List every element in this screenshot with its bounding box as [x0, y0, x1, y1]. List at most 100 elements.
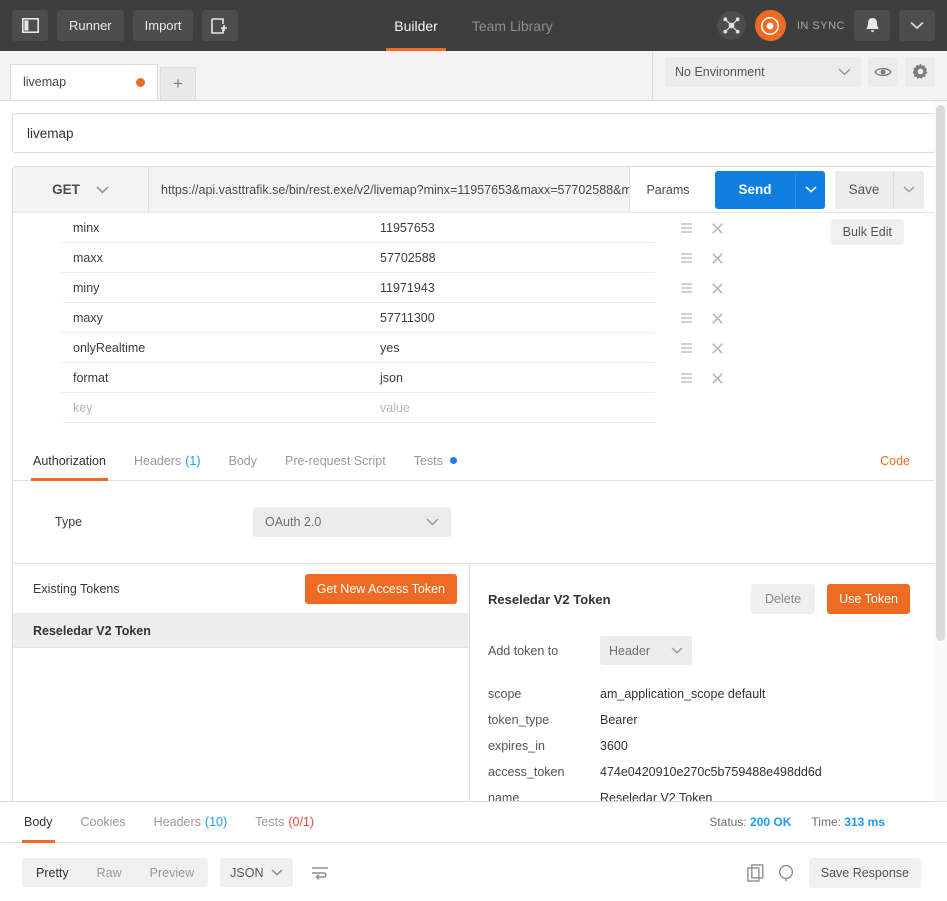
environment-quick-look-button[interactable]: [868, 56, 898, 87]
list-item[interactable]: Reseledar V2 Token: [13, 614, 469, 648]
view-mode-pretty[interactable]: Pretty: [22, 858, 83, 887]
wrap-lines-button[interactable]: [305, 858, 334, 887]
tab-tests[interactable]: Tests: [414, 441, 457, 481]
tab-authorization-label: Authorization: [33, 453, 106, 468]
use-token-button[interactable]: Use Token: [827, 584, 910, 614]
token-field-value: 3600: [600, 739, 628, 753]
nav-team-library[interactable]: Team Library: [472, 0, 553, 51]
search-response-button[interactable]: [778, 864, 795, 882]
param-key-input[interactable]: maxy: [61, 303, 368, 333]
url-input[interactable]: https://api.vasttrafik.se/bin/rest.exe/v…: [149, 167, 629, 212]
drag-handle-icon[interactable]: [681, 283, 692, 293]
param-value-input[interactable]: json: [368, 363, 655, 393]
drag-handle-icon[interactable]: [681, 373, 692, 383]
code-link[interactable]: Code: [880, 454, 910, 468]
nav-builder[interactable]: Builder: [386, 0, 446, 51]
environment-controls: No Environment: [652, 51, 947, 101]
view-mode-pretty-label: Pretty: [36, 865, 69, 880]
bulk-edit-button[interactable]: Bulk Edit: [830, 219, 904, 245]
view-mode-preview[interactable]: Preview: [136, 858, 208, 887]
send-options-button[interactable]: [795, 170, 825, 209]
add-token-to-label: Add token to: [488, 643, 559, 658]
http-method-select[interactable]: GET: [13, 167, 149, 212]
bell-icon: [866, 18, 878, 33]
auth-type-select[interactable]: OAuth 2.0: [253, 507, 451, 537]
url-value: https://api.vasttrafik.se/bin/rest.exe/v…: [161, 182, 629, 197]
response-tab-body[interactable]: Body: [22, 802, 54, 843]
user-menu-button[interactable]: [899, 10, 935, 41]
save-button[interactable]: Save: [835, 170, 893, 209]
view-mode-raw[interactable]: Raw: [83, 858, 136, 887]
tab-pre-request-script[interactable]: Pre-request Script: [285, 441, 386, 481]
param-key-input[interactable]: maxx: [61, 243, 368, 273]
delete-token-button[interactable]: Delete: [751, 584, 816, 614]
param-value-input[interactable]: 57711300: [368, 303, 655, 333]
import-button[interactable]: Import: [132, 10, 194, 41]
tab-pre-request-script-label: Pre-request Script: [285, 453, 386, 468]
response-tests-count: (0/1): [288, 815, 315, 829]
get-new-access-token-label: Get New Access Token: [316, 581, 445, 596]
close-icon[interactable]: [712, 252, 723, 264]
token-field-value: 474e0420910e270c5b759488e498dd6d: [600, 765, 822, 779]
save-response-button[interactable]: Save Response: [808, 857, 921, 888]
request-name-field[interactable]: livemap: [12, 113, 935, 153]
copy-response-button[interactable]: [746, 863, 764, 882]
close-icon[interactable]: [712, 282, 723, 294]
new-window-button[interactable]: [202, 10, 239, 41]
param-value-input[interactable]: 11971943: [368, 273, 655, 303]
param-key-input-empty[interactable]: key: [61, 393, 368, 423]
close-icon[interactable]: [712, 342, 723, 354]
param-value-input-empty[interactable]: value: [368, 393, 655, 423]
close-icon[interactable]: [712, 312, 723, 324]
list-item: scope am_application_scope default: [488, 687, 934, 701]
params-toggle-button[interactable]: Params: [629, 167, 706, 212]
main-scrollbar-thumb[interactable]: [936, 105, 945, 641]
response-tab-headers[interactable]: Headers (10): [154, 802, 227, 843]
param-key-input[interactable]: format: [61, 363, 368, 393]
app-top-bar: Runner Import Builder Team Library IN SY…: [0, 0, 947, 51]
save-options-button[interactable]: [893, 170, 924, 209]
sync-status-button[interactable]: [754, 10, 786, 41]
add-token-to-select[interactable]: Header: [600, 636, 692, 665]
notifications-button[interactable]: [854, 10, 890, 41]
param-value-input[interactable]: 57702588: [368, 243, 655, 273]
network-status-button[interactable]: [716, 11, 746, 40]
tab-headers[interactable]: Headers (1): [134, 441, 201, 481]
table-row: maxy 57711300: [13, 303, 934, 333]
request-name-value: livemap: [27, 125, 74, 141]
list-item: access_token 474e0420910e270c5b759488e49…: [488, 765, 934, 779]
param-key-input[interactable]: onlyRealtime: [61, 333, 368, 363]
token-field-key: access_token: [488, 765, 565, 779]
request-tab-livemap[interactable]: livemap: [10, 64, 158, 100]
response-headers-count: (10): [204, 815, 228, 829]
table-row: minx 11957653: [13, 213, 934, 243]
drag-handle-icon[interactable]: [681, 223, 692, 233]
runner-button[interactable]: Runner: [57, 10, 124, 41]
param-key-input[interactable]: minx: [61, 213, 368, 243]
param-value-input[interactable]: 11957653: [368, 213, 655, 243]
main-scrollbar-track[interactable]: [934, 101, 947, 851]
send-button[interactable]: Send: [715, 170, 795, 209]
drag-handle-icon[interactable]: [681, 343, 692, 353]
sidebar-toggle-button[interactable]: [12, 10, 48, 41]
response-tab-cookies[interactable]: Cookies: [81, 802, 126, 843]
tab-headers-label: Headers: [133, 453, 182, 468]
drag-handle-icon[interactable]: [681, 253, 692, 263]
tab-body[interactable]: Body: [229, 441, 258, 481]
table-row: format json: [13, 363, 934, 393]
drag-handle-icon[interactable]: [681, 313, 692, 323]
environment-settings-button[interactable]: [905, 56, 935, 87]
tab-authorization[interactable]: Authorization: [31, 441, 108, 481]
param-key-input[interactable]: miny: [61, 273, 368, 303]
add-request-tab-button[interactable]: +: [160, 67, 196, 100]
response-tab-tests[interactable]: Tests (0/1): [255, 802, 314, 843]
token-field-key: token_type: [488, 713, 550, 727]
environment-select[interactable]: No Environment: [665, 56, 861, 87]
param-value-input[interactable]: yes: [368, 333, 655, 363]
close-icon[interactable]: [712, 222, 723, 234]
response-format-select[interactable]: JSON: [220, 858, 294, 887]
get-new-access-token-button[interactable]: Get New Access Token: [304, 573, 457, 604]
close-icon[interactable]: [712, 372, 723, 384]
chevron-down-icon: [426, 518, 439, 526]
code-link-label: Code: [880, 453, 910, 468]
